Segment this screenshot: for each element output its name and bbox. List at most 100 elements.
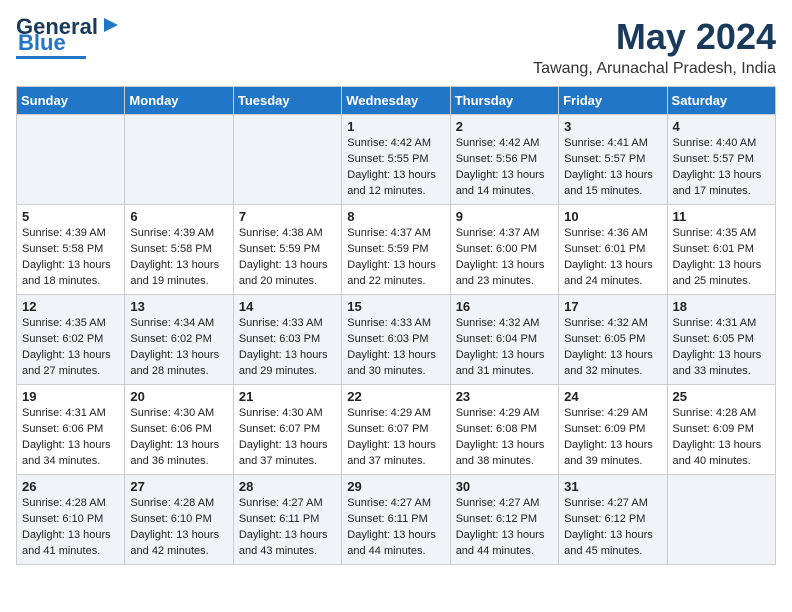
- cell-info: Sunrise: 4:42 AM Sunset: 5:56 PM Dayligh…: [456, 136, 553, 200]
- day-number: 1: [347, 119, 444, 134]
- calendar-cell: [233, 115, 341, 205]
- cell-info: Sunrise: 4:28 AM Sunset: 6:10 PM Dayligh…: [130, 496, 227, 560]
- sunrise-text: Sunrise: 4:34 AM: [130, 317, 214, 329]
- daylight-text: Daylight: 13 hours and 14 minutes.: [456, 169, 545, 197]
- sunrise-text: Sunrise: 4:27 AM: [456, 497, 540, 509]
- day-number: 16: [456, 299, 553, 314]
- calendar-cell: 14 Sunrise: 4:33 AM Sunset: 6:03 PM Dayl…: [233, 295, 341, 385]
- cell-info: Sunrise: 4:32 AM Sunset: 6:04 PM Dayligh…: [456, 316, 553, 380]
- calendar-cell: 21 Sunrise: 4:30 AM Sunset: 6:07 PM Dayl…: [233, 385, 341, 475]
- sunrise-text: Sunrise: 4:27 AM: [347, 497, 431, 509]
- sunset-text: Sunset: 6:02 PM: [22, 333, 103, 345]
- day-number: 18: [673, 299, 770, 314]
- title-area: May 2024 Tawang, Arunachal Pradesh, Indi…: [533, 16, 776, 78]
- daylight-text: Daylight: 13 hours and 31 minutes.: [456, 349, 545, 377]
- daylight-text: Daylight: 13 hours and 42 minutes.: [130, 529, 219, 557]
- day-number: 12: [22, 299, 119, 314]
- daylight-text: Daylight: 13 hours and 30 minutes.: [347, 349, 436, 377]
- day-number: 7: [239, 209, 336, 224]
- sunrise-text: Sunrise: 4:42 AM: [456, 137, 540, 149]
- calendar-week-row: 12 Sunrise: 4:35 AM Sunset: 6:02 PM Dayl…: [17, 295, 776, 385]
- day-number: 28: [239, 479, 336, 494]
- sunrise-text: Sunrise: 4:42 AM: [347, 137, 431, 149]
- calendar-cell: 19 Sunrise: 4:31 AM Sunset: 6:06 PM Dayl…: [17, 385, 125, 475]
- calendar-cell: 26 Sunrise: 4:28 AM Sunset: 6:10 PM Dayl…: [17, 475, 125, 565]
- calendar-cell: 12 Sunrise: 4:35 AM Sunset: 6:02 PM Dayl…: [17, 295, 125, 385]
- sunset-text: Sunset: 6:08 PM: [456, 423, 537, 435]
- logo-blue-text: Blue: [18, 32, 66, 54]
- day-number: 30: [456, 479, 553, 494]
- calendar-week-row: 5 Sunrise: 4:39 AM Sunset: 5:58 PM Dayli…: [17, 205, 776, 295]
- calendar-cell: 17 Sunrise: 4:32 AM Sunset: 6:05 PM Dayl…: [559, 295, 667, 385]
- sunset-text: Sunset: 6:06 PM: [22, 423, 103, 435]
- calendar-cell: 20 Sunrise: 4:30 AM Sunset: 6:06 PM Dayl…: [125, 385, 233, 475]
- sunrise-text: Sunrise: 4:39 AM: [22, 227, 106, 239]
- sunset-text: Sunset: 6:05 PM: [673, 333, 754, 345]
- sunset-text: Sunset: 6:11 PM: [347, 513, 428, 525]
- logo-arrow-icon: [100, 14, 122, 36]
- sunrise-text: Sunrise: 4:37 AM: [347, 227, 431, 239]
- calendar-cell: 30 Sunrise: 4:27 AM Sunset: 6:12 PM Dayl…: [450, 475, 558, 565]
- sunset-text: Sunset: 6:03 PM: [347, 333, 428, 345]
- day-number: 3: [564, 119, 661, 134]
- day-number: 17: [564, 299, 661, 314]
- sunset-text: Sunset: 6:09 PM: [673, 423, 754, 435]
- daylight-text: Daylight: 13 hours and 43 minutes.: [239, 529, 328, 557]
- sunset-text: Sunset: 5:56 PM: [456, 153, 537, 165]
- daylight-text: Daylight: 13 hours and 38 minutes.: [456, 439, 545, 467]
- day-number: 2: [456, 119, 553, 134]
- daylight-text: Daylight: 13 hours and 32 minutes.: [564, 349, 653, 377]
- cell-info: Sunrise: 4:32 AM Sunset: 6:05 PM Dayligh…: [564, 316, 661, 380]
- day-number: 29: [347, 479, 444, 494]
- daylight-text: Daylight: 13 hours and 40 minutes.: [673, 439, 762, 467]
- calendar-header-row: Sunday Monday Tuesday Wednesday Thursday…: [17, 87, 776, 115]
- daylight-text: Daylight: 13 hours and 27 minutes.: [22, 349, 111, 377]
- day-number: 20: [130, 389, 227, 404]
- sunrise-text: Sunrise: 4:31 AM: [22, 407, 106, 419]
- col-monday: Monday: [125, 87, 233, 115]
- calendar-cell: 31 Sunrise: 4:27 AM Sunset: 6:12 PM Dayl…: [559, 475, 667, 565]
- day-number: 8: [347, 209, 444, 224]
- calendar-cell: 3 Sunrise: 4:41 AM Sunset: 5:57 PM Dayli…: [559, 115, 667, 205]
- daylight-text: Daylight: 13 hours and 18 minutes.: [22, 259, 111, 287]
- day-number: 24: [564, 389, 661, 404]
- cell-info: Sunrise: 4:35 AM Sunset: 6:01 PM Dayligh…: [673, 226, 770, 290]
- col-thursday: Thursday: [450, 87, 558, 115]
- calendar-cell: 29 Sunrise: 4:27 AM Sunset: 6:11 PM Dayl…: [342, 475, 450, 565]
- daylight-text: Daylight: 13 hours and 37 minutes.: [239, 439, 328, 467]
- cell-info: Sunrise: 4:42 AM Sunset: 5:55 PM Dayligh…: [347, 136, 444, 200]
- daylight-text: Daylight: 13 hours and 41 minutes.: [22, 529, 111, 557]
- daylight-text: Daylight: 13 hours and 25 minutes.: [673, 259, 762, 287]
- day-number: 21: [239, 389, 336, 404]
- day-number: 25: [673, 389, 770, 404]
- daylight-text: Daylight: 13 hours and 19 minutes.: [130, 259, 219, 287]
- daylight-text: Daylight: 13 hours and 15 minutes.: [564, 169, 653, 197]
- cell-info: Sunrise: 4:27 AM Sunset: 6:12 PM Dayligh…: [456, 496, 553, 560]
- sunset-text: Sunset: 5:58 PM: [130, 243, 211, 255]
- sunset-text: Sunset: 6:12 PM: [456, 513, 537, 525]
- cell-info: Sunrise: 4:37 AM Sunset: 6:00 PM Dayligh…: [456, 226, 553, 290]
- cell-info: Sunrise: 4:29 AM Sunset: 6:08 PM Dayligh…: [456, 406, 553, 470]
- sunrise-text: Sunrise: 4:33 AM: [239, 317, 323, 329]
- cell-info: Sunrise: 4:35 AM Sunset: 6:02 PM Dayligh…: [22, 316, 119, 380]
- sunrise-text: Sunrise: 4:35 AM: [22, 317, 106, 329]
- sunset-text: Sunset: 6:03 PM: [239, 333, 320, 345]
- day-number: 9: [456, 209, 553, 224]
- day-number: 6: [130, 209, 227, 224]
- cell-info: Sunrise: 4:30 AM Sunset: 6:07 PM Dayligh…: [239, 406, 336, 470]
- sunset-text: Sunset: 6:06 PM: [130, 423, 211, 435]
- sunset-text: Sunset: 6:09 PM: [564, 423, 645, 435]
- calendar-cell: 10 Sunrise: 4:36 AM Sunset: 6:01 PM Dayl…: [559, 205, 667, 295]
- sunset-text: Sunset: 6:00 PM: [456, 243, 537, 255]
- daylight-text: Daylight: 13 hours and 29 minutes.: [239, 349, 328, 377]
- sunset-text: Sunset: 6:07 PM: [347, 423, 428, 435]
- day-number: 15: [347, 299, 444, 314]
- daylight-text: Daylight: 13 hours and 22 minutes.: [347, 259, 436, 287]
- daylight-text: Daylight: 13 hours and 44 minutes.: [347, 529, 436, 557]
- day-number: 14: [239, 299, 336, 314]
- sunrise-text: Sunrise: 4:27 AM: [564, 497, 648, 509]
- daylight-text: Daylight: 13 hours and 20 minutes.: [239, 259, 328, 287]
- cell-info: Sunrise: 4:31 AM Sunset: 6:05 PM Dayligh…: [673, 316, 770, 380]
- sunset-text: Sunset: 6:01 PM: [564, 243, 645, 255]
- calendar-cell: 16 Sunrise: 4:32 AM Sunset: 6:04 PM Dayl…: [450, 295, 558, 385]
